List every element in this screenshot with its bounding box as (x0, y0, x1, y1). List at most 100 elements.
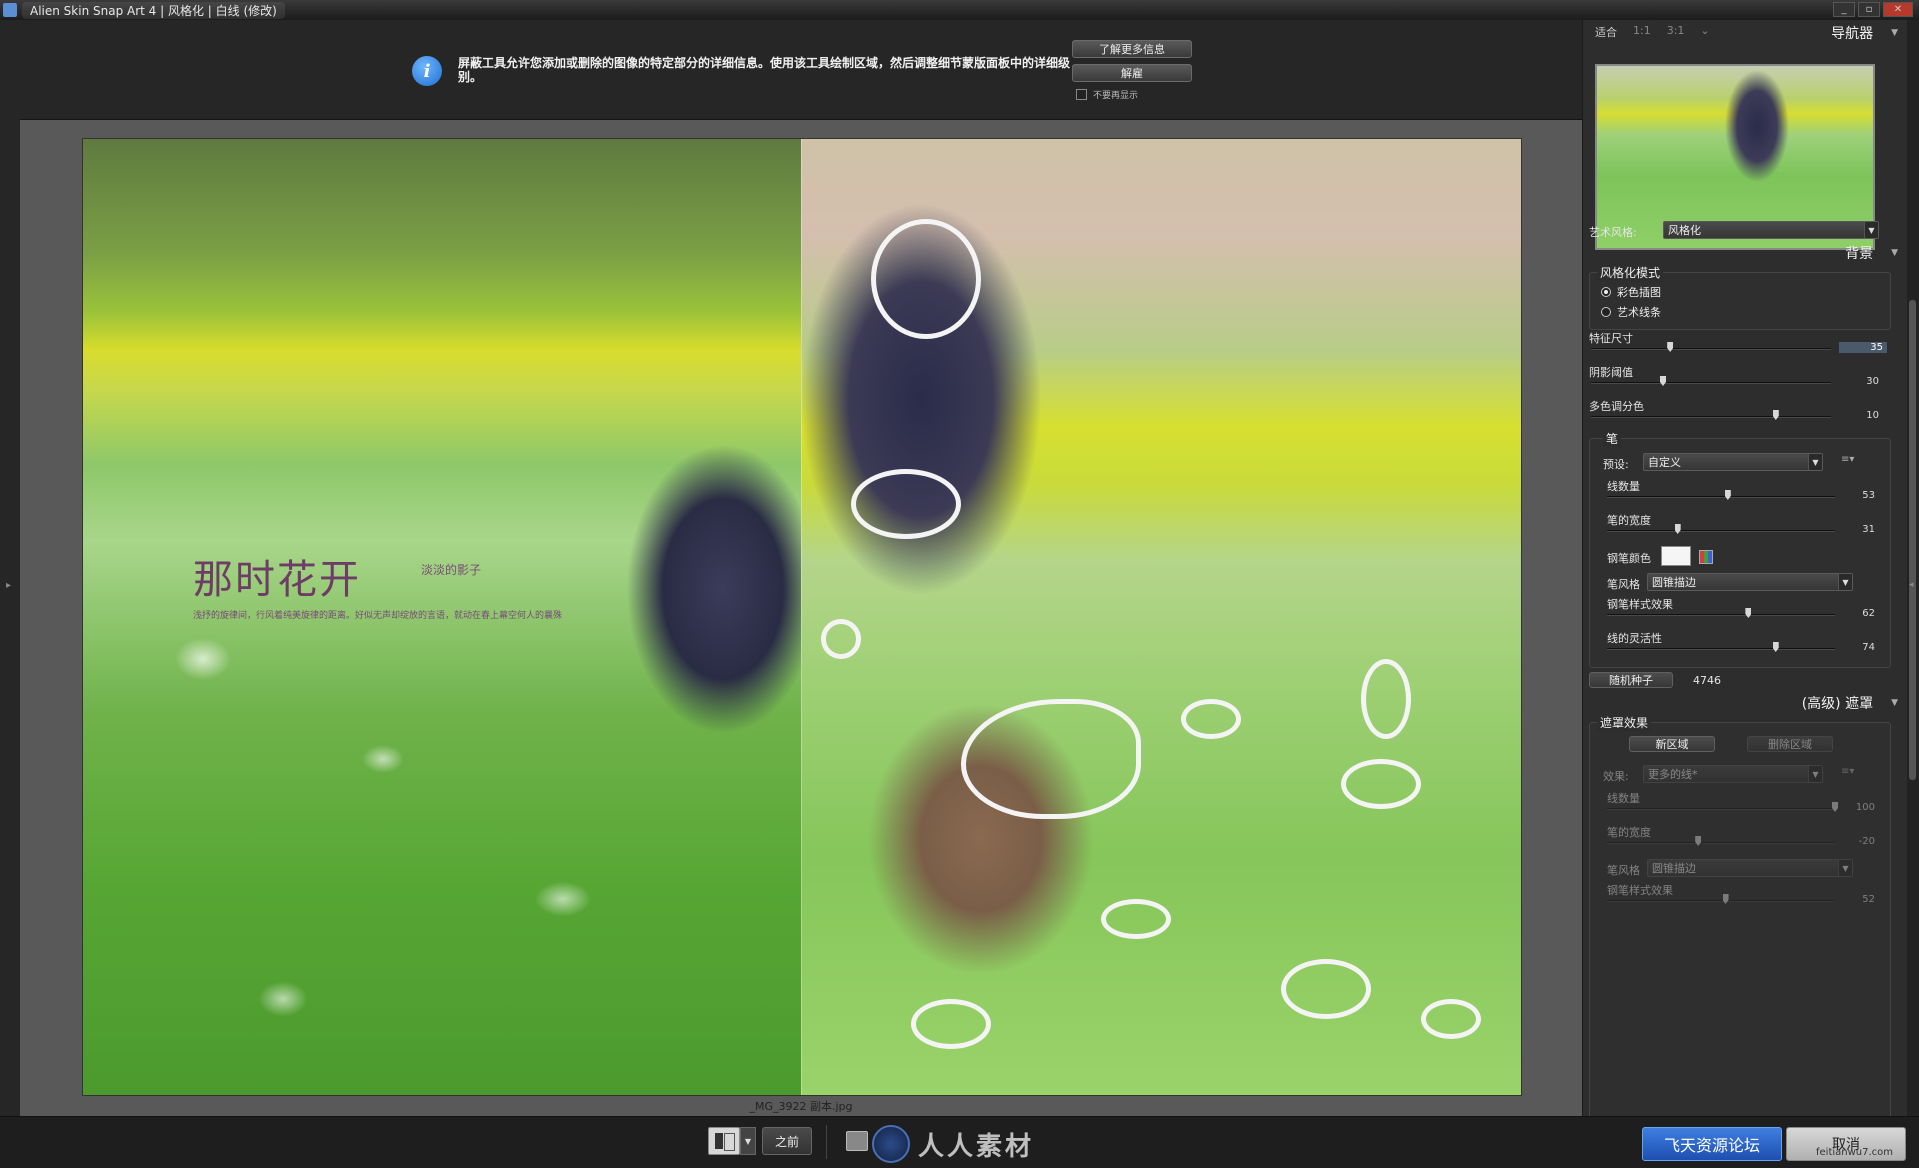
watermark-subtitle: 淡淡的影子 (421, 563, 482, 577)
art-style-label: 艺术风格: (1589, 226, 1637, 239)
dismiss-button[interactable]: 解雇 (1072, 64, 1192, 82)
posterize-value[interactable]: 10 (1849, 410, 1879, 421)
mask-header[interactable]: (高级) 遮罩 ▼ (1583, 692, 1908, 714)
shadow-threshold-label: 阴影阈值 (1589, 366, 1633, 379)
expand-left-icon[interactable]: ▸ (6, 580, 11, 591)
mask-pen-style-effect-value[interactable]: 52 (1845, 894, 1875, 905)
pen-style-effect-value[interactable]: 62 (1845, 608, 1875, 619)
random-seed-value[interactable]: 4746 (1693, 674, 1721, 687)
mask-title: (高级) 遮罩 (1801, 696, 1874, 712)
color-palette-icon[interactable] (1699, 550, 1713, 564)
line-count-value[interactable]: 53 (1845, 490, 1875, 501)
white-line-stroke (851, 469, 961, 539)
preview-photo[interactable]: 那时花开 淡淡的影子 浅抒的旋律间，行风着纯美旋律的距离。好似无声却绽放的言语，… (82, 138, 1522, 1096)
view-mode-dropdown[interactable]: ▼ (740, 1127, 756, 1155)
white-line-stroke (821, 619, 861, 659)
chevron-down-icon[interactable]: ▼ (1891, 698, 1898, 708)
shadow-threshold-slider[interactable] (1591, 382, 1831, 384)
before-after-split-line[interactable] (801, 139, 802, 1095)
delete-area-button[interactable]: 删除区域 (1747, 736, 1833, 752)
settings-panel: 适合 1:1 3:1 ⌄ 导航器 ▼ 艺术风格: 风格化 ▼ 背景 ▼ 风格化模… (1582, 20, 1908, 1122)
background-title: 背景 (1845, 246, 1874, 262)
effect-dropdown[interactable]: 更多的线* ▼ (1643, 765, 1823, 783)
left-panel-collapse-strip[interactable]: ▸ (0, 20, 20, 1116)
radio-dot-selected[interactable] (1601, 287, 1611, 297)
collapse-right-icon[interactable]: ◂ (1909, 580, 1914, 590)
mask-pen-width-value[interactable]: -20 (1845, 836, 1875, 847)
title-bar: Alien Skin Snap Art 4 | 风格化 | 白线 (修改) _ … (0, 0, 1919, 20)
window-title: Alien Skin Snap Art 4 | 风格化 | 白线 (修改) (22, 1, 285, 19)
new-area-button[interactable]: 新区域 (1629, 736, 1715, 752)
panel-scrollbar[interactable]: ◂ (1907, 20, 1919, 1116)
watermark-tagline: 浅抒的旋律间，行风着纯美旋律的距离。好似无声却绽放的言语，就动在春上幕空何人的曩… (193, 611, 563, 621)
preset-dropdown[interactable]: 自定义 ▼ (1643, 453, 1823, 471)
line-count-slider[interactable] (1607, 496, 1835, 498)
radio-dot[interactable] (1601, 307, 1611, 317)
before-button[interactable]: 之前 (762, 1127, 812, 1155)
white-line-stroke (1281, 959, 1371, 1019)
preset-menu-icon[interactable]: ≡▾ (1841, 454, 1854, 465)
radio-color-illustration[interactable]: 彩色插图 (1601, 284, 1661, 300)
line-flexibility-slider[interactable] (1607, 648, 1835, 650)
posterize-handle[interactable] (1772, 410, 1779, 420)
effect-menu-icon[interactable]: ≡▾ (1841, 766, 1854, 777)
mask-pen-width-label: 笔的宽度 (1607, 826, 1651, 839)
feature-size-handle[interactable] (1667, 342, 1674, 352)
dont-show-again[interactable]: 不要再显示 (1076, 88, 1138, 101)
pen-width-value[interactable]: 31 (1845, 524, 1875, 535)
site-watermark: feitianwu7.com (1816, 1147, 1894, 1158)
radio-art-lines[interactable]: 艺术线条 (1601, 304, 1661, 320)
posterize-slider[interactable] (1591, 416, 1831, 418)
photo-effect-half (801, 139, 1521, 1095)
pen-group-title: 笔 (1603, 430, 1622, 447)
learn-more-button[interactable]: 了解更多信息 (1072, 40, 1192, 58)
navigator-header[interactable]: 导航器 ▼ (1583, 22, 1908, 44)
feature-size-value[interactable]: 35 (1839, 342, 1887, 353)
pen-style-dropdown[interactable]: 圆锥描边 ▼ (1647, 573, 1853, 591)
canvas-area[interactable]: 那时花开 淡淡的影子 浅抒的旋律间，行风着纯美旋律的距离。好似无声却绽放的言语，… (20, 120, 1582, 1116)
chevron-down-icon[interactable]: ▼ (1891, 248, 1898, 258)
mask-effect-title: 遮罩效果 (1597, 714, 1652, 731)
pen-color-label: 钢笔颜色 (1607, 552, 1651, 565)
mask-pen-style-value: 圆锥描边 (1652, 862, 1696, 875)
close-button[interactable]: ✕ (1883, 2, 1913, 17)
split-view-button[interactable] (708, 1127, 740, 1155)
preview-icon[interactable] (846, 1131, 868, 1151)
background-header[interactable]: 背景 ▼ (1583, 242, 1908, 264)
line-flexibility-value[interactable]: 74 (1845, 642, 1875, 653)
dont-show-label: 不要再显示 (1093, 91, 1139, 101)
random-seed-button[interactable]: 随机种子 (1589, 672, 1673, 688)
feature-size-label: 特征尺寸 (1589, 332, 1633, 345)
chevron-down-icon[interactable]: ▼ (1891, 28, 1898, 38)
pen-style-effect-slider[interactable] (1607, 614, 1835, 616)
feature-size-slider[interactable] (1591, 348, 1831, 350)
mask-pen-style-effect-slider[interactable] (1607, 900, 1835, 902)
apply-button[interactable]: 飞天资源论坛 (1642, 1127, 1782, 1161)
overlay-watermark: 人人素材 (872, 1125, 1034, 1163)
navigator-title: 导航器 (1831, 26, 1874, 42)
window-controls: _ ▫ ✕ (1833, 2, 1913, 17)
shadow-threshold-handle[interactable] (1660, 376, 1666, 386)
white-line-stroke (1361, 659, 1411, 739)
preset-label: 预设: (1603, 458, 1629, 471)
mask-pen-style-dropdown[interactable]: 圆锥描边 ▼ (1647, 859, 1853, 877)
stylize-mode-title: 风格化模式 (1597, 264, 1664, 281)
pen-color-swatch[interactable] (1661, 546, 1691, 566)
mask-line-count-value[interactable]: 100 (1845, 802, 1875, 813)
mask-pen-width-slider[interactable] (1607, 842, 1835, 844)
shadow-threshold-value[interactable]: 30 (1849, 376, 1879, 387)
chevron-down-icon: ▼ (1838, 574, 1852, 590)
art-style-value: 风格化 (1668, 224, 1701, 237)
minimize-button[interactable]: _ (1833, 2, 1855, 17)
pen-width-label: 笔的宽度 (1607, 514, 1651, 527)
pen-style-label: 笔风格 (1607, 578, 1640, 591)
pen-width-slider[interactable] (1607, 530, 1835, 532)
image-filename: _MG_3922 副本.jpg (749, 1100, 853, 1113)
pen-style-effect-label: 钢笔样式效果 (1607, 598, 1673, 611)
chevron-down-icon: ▼ (1808, 766, 1822, 782)
maximize-button[interactable]: ▫ (1858, 2, 1880, 17)
dont-show-checkbox[interactable] (1076, 89, 1087, 100)
mask-line-count-slider[interactable] (1607, 808, 1835, 810)
art-style-dropdown[interactable]: 风格化 ▼ (1663, 221, 1879, 239)
scrollbar-thumb[interactable] (1909, 300, 1916, 780)
